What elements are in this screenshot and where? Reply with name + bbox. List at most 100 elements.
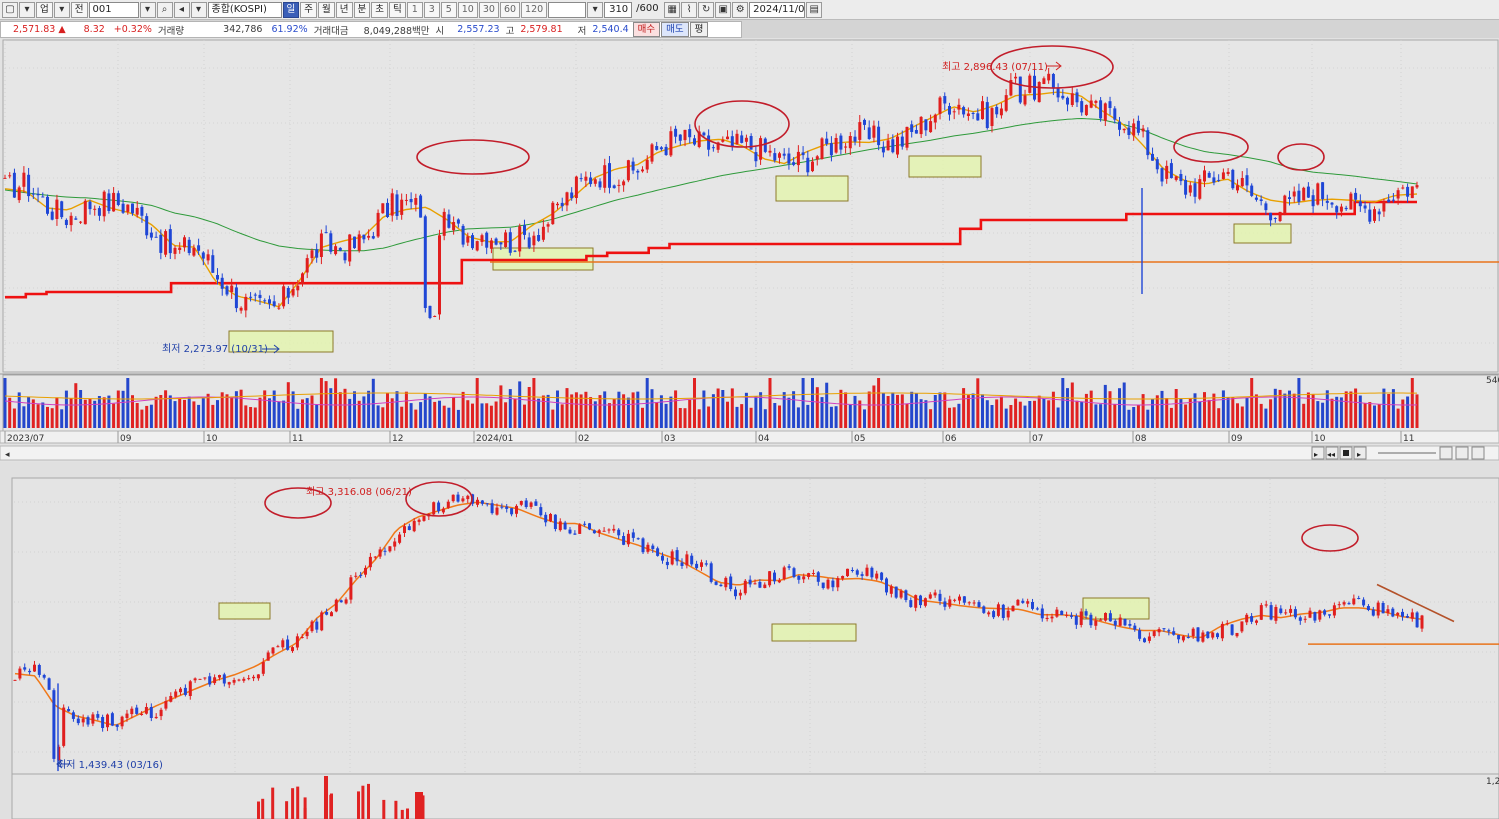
candle-body xyxy=(1387,199,1391,203)
volume-bar xyxy=(726,401,729,428)
tab-week[interactable]: 주 xyxy=(300,1,317,18)
volume-bar xyxy=(674,390,678,428)
volume-bar xyxy=(844,392,848,428)
interval-button-10[interactable]: 10 xyxy=(457,1,478,18)
volume-bar xyxy=(1207,399,1211,428)
buy-button[interactable]: 매수 xyxy=(632,22,661,37)
average-button[interactable]: 평 xyxy=(689,22,709,37)
tab-second[interactable]: 초 xyxy=(371,1,388,18)
tab-year[interactable]: 년 xyxy=(335,1,353,18)
tab-minute[interactable]: 분 xyxy=(353,1,371,18)
long-candle-body xyxy=(583,523,587,525)
zoom-out-icon[interactable] xyxy=(1439,446,1453,460)
tab-tick[interactable]: 틱 xyxy=(389,1,406,18)
interval-button-120[interactable]: 120 xyxy=(521,1,548,18)
volume-bar xyxy=(485,403,489,428)
long-candle-body xyxy=(641,538,645,553)
candle-body xyxy=(763,138,767,152)
code-dropdown-icon[interactable]: ▾ xyxy=(139,1,156,18)
candle-body xyxy=(489,240,493,249)
candle-body xyxy=(1254,197,1258,200)
scope-button[interactable]: 전 xyxy=(70,1,88,18)
candle-body xyxy=(518,226,522,252)
volume-bar xyxy=(796,407,800,428)
sell-button[interactable]: 매도 xyxy=(661,22,689,37)
count-input[interactable]: 310 xyxy=(604,1,633,18)
long-candle-body xyxy=(797,576,801,580)
index-name-field[interactable]: 종합(KOSPI) xyxy=(207,1,282,18)
candle-body xyxy=(641,169,644,172)
volume-bar xyxy=(1292,393,1296,428)
gear-icon[interactable]: ⚙ xyxy=(732,1,749,18)
long-candle-body xyxy=(524,500,528,507)
candle-body xyxy=(268,299,271,304)
candle-body xyxy=(1311,195,1315,207)
search-icon[interactable]: ⌕ xyxy=(156,1,173,18)
zoom-in-icon[interactable] xyxy=(1455,446,1469,460)
tab-day[interactable]: 일 xyxy=(282,1,300,18)
interval-button-60[interactable]: 60 xyxy=(499,1,521,18)
fit-icon[interactable] xyxy=(1471,446,1485,460)
volume-bar xyxy=(584,391,588,428)
x-label-4: 12 xyxy=(392,434,403,444)
window-icon[interactable]: ▢ xyxy=(2,1,18,18)
candle-body xyxy=(735,133,739,145)
long-candle-body xyxy=(67,709,71,712)
long-candle-body xyxy=(597,530,601,533)
candle-body xyxy=(381,203,385,214)
candle-body xyxy=(570,192,574,199)
interval-button-3[interactable]: 3 xyxy=(423,1,440,18)
interval-dropdown-icon[interactable]: ▾ xyxy=(587,1,604,18)
candle-body xyxy=(1179,174,1183,182)
candle-body xyxy=(277,307,281,309)
candle-body xyxy=(400,199,404,215)
volume-bar xyxy=(603,391,607,428)
volume-bar xyxy=(1198,401,1202,428)
scroll-left-icon[interactable]: ◂ xyxy=(5,450,10,460)
candle-body xyxy=(702,132,706,136)
market-dropdown-icon[interactable]: ▾ xyxy=(53,1,70,18)
calendar-icon[interactable]: ▤ xyxy=(806,1,823,18)
date-input[interactable]: 2024/11/06 xyxy=(749,1,806,18)
refresh-icon[interactable]: ↻ xyxy=(698,1,715,18)
long-candle-body xyxy=(1113,620,1117,626)
volume-bar xyxy=(1288,390,1291,428)
long-candle-body xyxy=(412,520,416,532)
interval-button-30[interactable]: 30 xyxy=(478,1,499,18)
volume-bar xyxy=(8,397,12,428)
volume-bar xyxy=(494,401,498,428)
candle-body xyxy=(740,135,744,143)
candle-body xyxy=(659,147,663,150)
candle-body xyxy=(140,206,144,216)
trend-icon[interactable]: ⌇ xyxy=(681,1,698,18)
custom-interval-input[interactable] xyxy=(548,1,587,18)
volume-bar xyxy=(1155,395,1159,428)
speaker-dropdown-icon[interactable]: ▾ xyxy=(190,1,207,18)
dropdown-arrow-icon[interactable]: ▾ xyxy=(19,1,35,18)
volume-bar xyxy=(598,395,602,428)
volume-bar xyxy=(97,396,101,428)
interval-button-1[interactable]: 1 xyxy=(406,1,423,18)
volume-bar xyxy=(36,404,40,428)
interval-button-5[interactable]: 5 xyxy=(440,1,457,18)
long-support-box-2 xyxy=(1082,597,1150,620)
market-button[interactable]: 업 xyxy=(36,1,53,18)
long-candle-body xyxy=(1298,617,1302,621)
candle-body xyxy=(178,247,182,250)
volume-bar xyxy=(938,392,942,428)
candle-body xyxy=(1415,185,1419,188)
candle-body xyxy=(952,111,956,113)
candle-body xyxy=(1335,206,1339,213)
candle-body xyxy=(3,177,7,179)
scrollbar[interactable] xyxy=(0,445,1499,461)
tab-month[interactable]: 월 xyxy=(318,1,335,18)
code-input[interactable]: 001 xyxy=(88,1,139,18)
volume-bar xyxy=(456,409,460,428)
long-candle-body xyxy=(1352,598,1356,605)
long-candle-body xyxy=(885,578,888,593)
candle-body xyxy=(1099,100,1103,119)
settings-grid-icon[interactable]: ▦ xyxy=(664,1,681,18)
speaker-icon[interactable]: ◂ xyxy=(173,1,190,18)
save-icon[interactable]: ▣ xyxy=(715,1,732,18)
long-candle-body xyxy=(865,567,869,576)
